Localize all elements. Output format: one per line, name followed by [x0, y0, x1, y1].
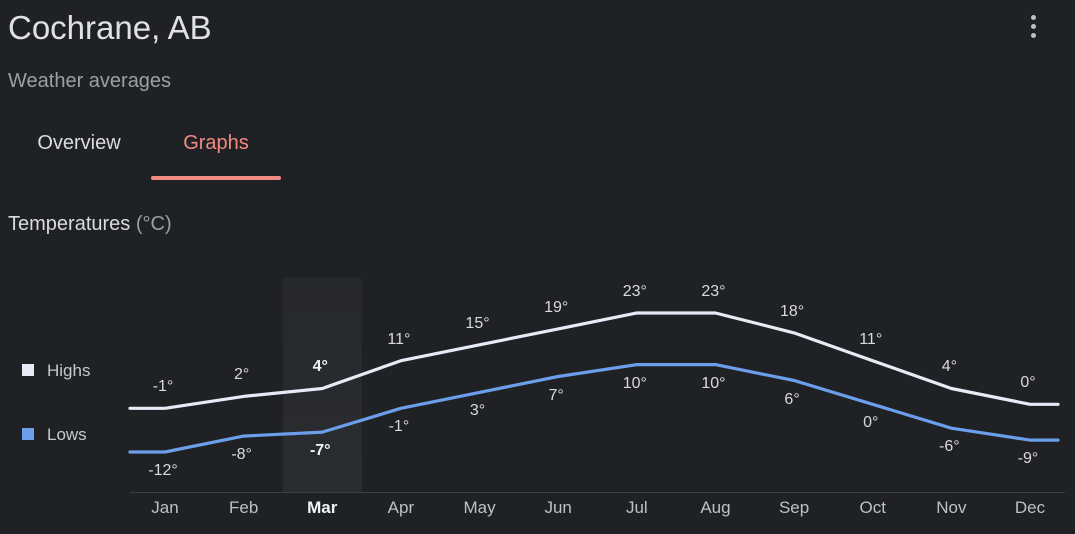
chart-title: Temperatures (°C) [8, 210, 172, 238]
page-subtitle: Weather averages [8, 70, 172, 92]
month-label-feb[interactable]: Feb [229, 498, 258, 518]
month-label-aug[interactable]: Aug [700, 498, 730, 518]
legend-item-lows[interactable]: Lows [22, 419, 142, 449]
kebab-menu-icon[interactable] [1019, 8, 1047, 44]
month-label-jul[interactable]: Jul [626, 498, 648, 518]
tab-overview[interactable]: Overview [14, 120, 144, 166]
month-label-jun[interactable]: Jun [544, 498, 571, 518]
series-line-highs [128, 311, 1060, 410]
legend-label-highs: Highs [47, 360, 91, 380]
month-label-apr[interactable]: Apr [388, 498, 414, 518]
month-label-oct[interactable]: Oct [859, 498, 885, 518]
kebab-dot-1 [1030, 14, 1036, 20]
legend-label-lows: Lows [47, 424, 87, 444]
legend-swatch-lows [22, 428, 34, 440]
month-label-may[interactable]: May [463, 498, 495, 518]
legend-item-highs[interactable]: Highs [22, 355, 142, 385]
month-label-mar[interactable]: Mar [307, 498, 337, 518]
month-label-sep[interactable]: Sep [779, 498, 809, 518]
kebab-dot-3 [1030, 32, 1036, 38]
chart-plot-area [128, 311, 1060, 454]
header: Cochrane, AB Weather averages [0, 0, 1075, 110]
legend-swatch-highs [22, 364, 34, 376]
tab-active-indicator [151, 176, 281, 180]
temperature-line-chart: -1° 2° 4° 11° 15° 19° 23° 23° 18° 11° 4° 0° -12° -8° -… [128, 270, 1065, 534]
tab-bar: Overview Graphs [0, 120, 1075, 182]
chart-title-main: Temperatures [8, 213, 136, 235]
chart-legend: Highs Lows [22, 355, 142, 483]
month-label-nov[interactable]: Nov [936, 498, 966, 518]
month-label-dec[interactable]: Dec [1015, 498, 1045, 518]
page-title: Cochrane, AB [8, 9, 212, 46]
chart-title-unit: (°C) [135, 213, 172, 235]
month-label-jan[interactable]: Jan [151, 498, 178, 518]
tab-graphs[interactable]: Graphs [151, 120, 281, 166]
kebab-dot-2 [1030, 23, 1036, 29]
